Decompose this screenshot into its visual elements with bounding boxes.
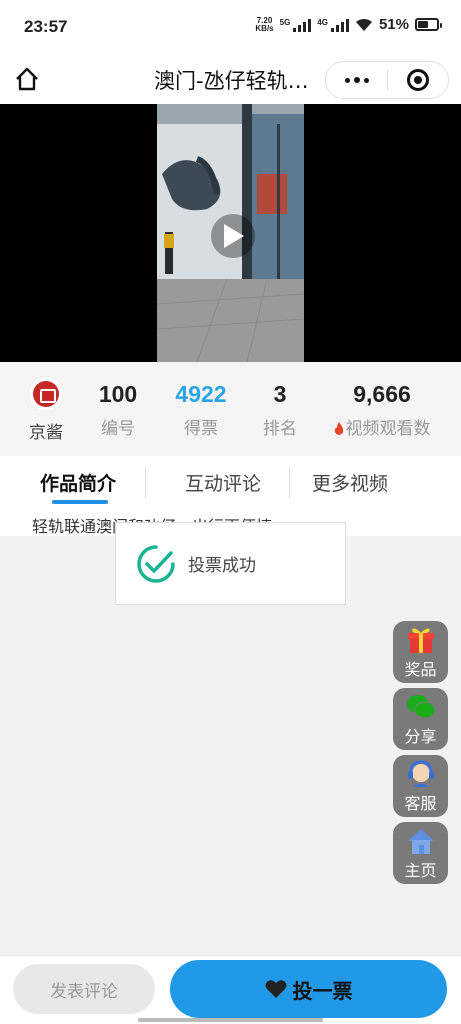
tab-more-videos[interactable]: 更多视频	[312, 469, 388, 496]
play-button[interactable]	[211, 214, 255, 258]
tab-divider	[289, 468, 290, 498]
home-indicator	[138, 1018, 323, 1022]
gift-icon	[407, 628, 434, 653]
vote-button[interactable]: 投一票	[170, 960, 447, 1018]
battery-percent: 51%	[378, 16, 409, 33]
status-time: 23:57	[24, 17, 68, 36]
check-circle-icon	[137, 544, 175, 583]
tab-intro[interactable]: 作品简介	[40, 469, 116, 496]
active-tab-indicator	[52, 500, 108, 504]
author-name: 京酱	[29, 423, 63, 443]
wifi-icon	[355, 18, 372, 31]
stat-votes: 4922 得票	[170, 378, 232, 439]
tab-bar: 作品简介 互动评论 更多视频	[0, 456, 461, 510]
status-bar: 23:57 7.20 KB/s 5G 4G 51%	[0, 0, 461, 56]
homepage-label: 主页	[404, 861, 437, 880]
stat-rank: 3 排名	[260, 378, 300, 439]
prizes-label: 奖品	[404, 660, 437, 679]
toast-message: 投票成功	[188, 556, 256, 576]
close-button[interactable]	[388, 62, 448, 98]
bottom-action-bar: 发表评论 投一票	[0, 955, 461, 1024]
page-title: 澳门-氹仔轻轨…	[154, 69, 309, 93]
nav-bar: 澳门-氹仔轻轨…	[0, 56, 461, 104]
play-icon	[224, 224, 244, 248]
mini-program-close-icon	[406, 69, 429, 91]
rank-value: 3	[273, 381, 287, 407]
tab-comments[interactable]: 互动评论	[185, 469, 261, 496]
signal-5g-icon: 5G	[280, 18, 312, 32]
video-player[interactable]	[0, 104, 461, 362]
network-speed-unit: KB/s	[255, 23, 274, 33]
rank-label: 排名	[263, 419, 297, 439]
home-icon	[16, 67, 38, 91]
author[interactable]: 京酱	[24, 376, 68, 443]
heart-icon	[265, 980, 286, 998]
battery-icon	[415, 18, 442, 31]
signal-4g-icon: 4G	[317, 18, 349, 32]
customer-service-icon	[407, 760, 434, 787]
vote-label: 投一票	[292, 978, 353, 1003]
mini-program-capsule	[325, 61, 449, 99]
flame-icon	[334, 422, 343, 435]
wechat-icon	[406, 695, 435, 719]
stats-panel: 京酱 100 编号 4922 得票 3 排名 9,666 视频观看数	[0, 362, 461, 456]
votes-label: 得票	[184, 419, 218, 439]
more-dots-icon	[344, 77, 350, 83]
home-button[interactable]	[12, 64, 42, 94]
number-value: 100	[98, 381, 138, 407]
avatar	[28, 376, 64, 412]
votes-value: 4922	[175, 381, 227, 407]
homepage-button[interactable]: 主页	[393, 822, 448, 884]
signal-4g-label: 4G	[317, 17, 328, 27]
home-icon	[407, 829, 434, 854]
signal-5g-label: 5G	[279, 17, 291, 27]
tab-divider	[145, 468, 146, 498]
post-comment-button[interactable]: 发表评论	[13, 964, 155, 1014]
status-indicators: 7.20 KB/s 5G 4G 51%	[255, 16, 442, 33]
views-label-wrap: 视频观看数	[328, 414, 436, 439]
customer-service-button[interactable]: 客服	[393, 755, 448, 817]
prizes-button[interactable]: 奖品	[393, 621, 448, 683]
battery-fill	[418, 21, 429, 28]
network-speed: 7.20 KB/s	[255, 16, 274, 33]
share-button[interactable]: 分享	[393, 688, 448, 750]
views-label: 视频观看数	[345, 419, 431, 439]
stat-number: 100 编号	[92, 378, 144, 439]
number-label: 编号	[101, 419, 135, 439]
customer-service-label: 客服	[404, 794, 437, 813]
vote-success-toast: 投票成功	[115, 522, 346, 605]
share-label: 分享	[404, 727, 437, 746]
views-value: 9,666	[353, 381, 411, 407]
stat-views: 9,666 视频观看数	[328, 378, 436, 439]
more-button[interactable]	[326, 62, 387, 98]
